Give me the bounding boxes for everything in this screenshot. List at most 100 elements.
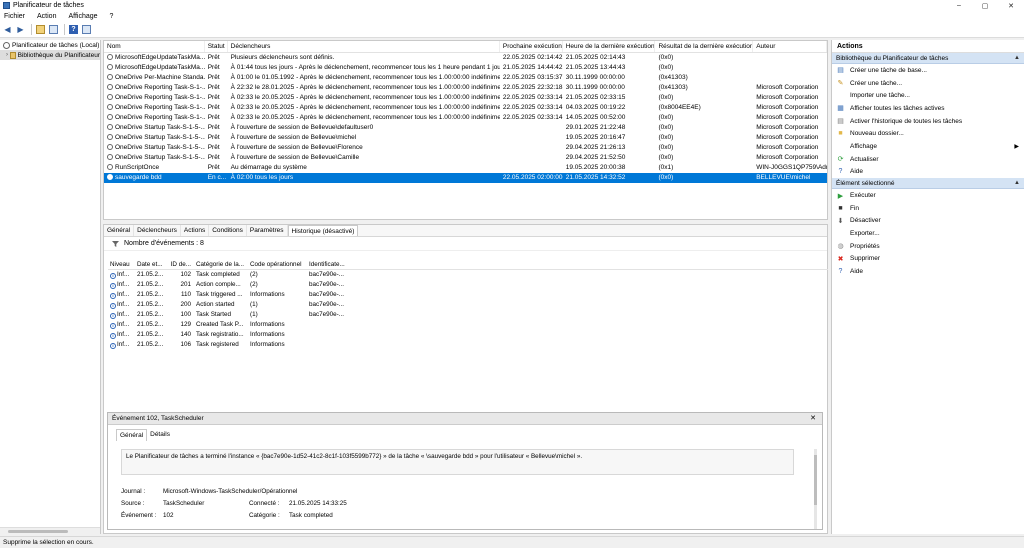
column-header-category[interactable]: Catégorie de la... bbox=[194, 259, 248, 269]
action-item[interactable]: ⟳ Actualiser bbox=[832, 153, 1024, 166]
column-header-correlation-id[interactable]: Identificate... bbox=[307, 259, 350, 269]
close-icon[interactable]: ✕ bbox=[810, 414, 816, 422]
collapse-up-icon[interactable]: ▲ bbox=[1014, 53, 1020, 63]
task-cell-text: 04.03.2025 00:19:22 bbox=[565, 104, 626, 111]
history-row[interactable]: i Inf... 21.05.2... 110 Task triggered ... In… bbox=[108, 290, 828, 300]
history-row[interactable]: i Inf... 21.05.2... 106 Task registered Infor… bbox=[108, 340, 828, 350]
task-cell: À 02:33 le 20.05.2025 - Après le déclenc… bbox=[228, 113, 500, 123]
column-header-status[interactable]: Statut bbox=[205, 41, 228, 52]
back-arrow-icon[interactable]: ◀ bbox=[2, 24, 13, 35]
show-hide-actions-icon[interactable] bbox=[81, 24, 92, 35]
task-cell-text: (0x0) bbox=[658, 144, 674, 151]
tab-actions[interactable]: Actions bbox=[181, 225, 210, 236]
tab-triggers[interactable]: Déclencheurs bbox=[134, 225, 181, 236]
history-row[interactable]: i Inf... 21.05.2... 140 Task registratio... I… bbox=[108, 330, 828, 340]
tree-horizontal-scrollbar[interactable] bbox=[0, 527, 100, 534]
event-scrollbar[interactable] bbox=[814, 449, 817, 529]
history-row[interactable]: i Inf... 21.05.2... 200 Action started (1) bac… bbox=[108, 300, 828, 310]
show-hide-tree-icon[interactable] bbox=[48, 24, 59, 35]
menu-help[interactable]: ? bbox=[108, 13, 116, 20]
column-header-author[interactable]: Auteur bbox=[753, 41, 827, 52]
task-cell-text: OneDrive Reporting Task-S-1-... bbox=[115, 94, 205, 101]
column-header-next-run[interactable]: Prochaine exécution bbox=[500, 41, 563, 52]
minimize-button[interactable]: – bbox=[946, 0, 972, 11]
maximize-button[interactable]: ▢ bbox=[972, 0, 998, 11]
blank-icon bbox=[837, 143, 844, 150]
tree-item-root[interactable]: Planificateur de tâches (Local) bbox=[0, 40, 100, 50]
action-item[interactable]: ■ Nouveau dossier... bbox=[832, 127, 1024, 140]
action-item[interactable]: ■ Fin bbox=[832, 202, 1024, 215]
menu-action[interactable]: Action bbox=[35, 13, 58, 20]
history-cell: i Inf... bbox=[108, 280, 135, 290]
tab-conditions[interactable]: Conditions bbox=[209, 225, 247, 236]
tab-history[interactable]: Historique (désactivé) bbox=[287, 225, 359, 236]
task-cell: WIN-J0GGS1QP759\Admi... bbox=[753, 163, 827, 173]
tab-event-general[interactable]: Général bbox=[116, 429, 148, 441]
menu-fichier[interactable]: Fichier bbox=[2, 13, 27, 20]
history-row[interactable]: i Inf... 21.05.2... 102 Task completed (2) bac… bbox=[108, 270, 828, 280]
actions-section-selected[interactable]: Élément sélectionné ▲ bbox=[832, 178, 1024, 190]
column-header-triggers[interactable]: Déclencheurs bbox=[228, 41, 500, 52]
history-row[interactable]: i Inf... 21.05.2... 129 Created Task P... Inf… bbox=[108, 320, 828, 330]
task-row[interactable]: MicrosoftEdgeUpdateTaskMa... Prêt À 01:44 … bbox=[104, 63, 827, 73]
task-row[interactable]: OneDrive Startup Task-S-1-5-... Prêt À l'o… bbox=[104, 143, 827, 153]
history-row[interactable]: i Inf... 21.05.2... 100 Task Started (1) bac7e… bbox=[108, 310, 828, 320]
help-icon[interactable]: ? bbox=[68, 24, 79, 35]
column-header-level[interactable]: Niveau bbox=[108, 259, 135, 269]
history-cell: 200 bbox=[168, 300, 194, 310]
task-row[interactable]: OneDrive Reporting Task-S-1-... Prêt À 02:… bbox=[104, 113, 827, 123]
task-row[interactable]: RunScriptOnce Prêt Au démarrage du système… bbox=[104, 163, 827, 173]
filter-icon[interactable] bbox=[112, 240, 119, 247]
actions-section-library[interactable]: Bibliothèque du Planificateur de tâches … bbox=[832, 53, 1024, 64]
action-item[interactable]: ▤ Activer l'historique de toutes les tâch… bbox=[832, 115, 1024, 128]
action-item[interactable]: ✖ Supprimer bbox=[832, 253, 1024, 266]
task-cell-text: (0x0) bbox=[658, 154, 674, 161]
action-item[interactable]: ◍ Propriétés bbox=[832, 240, 1024, 253]
task-row[interactable]: OneDrive Reporting Task-S-1-... Prêt À 02:… bbox=[104, 103, 827, 113]
close-button[interactable]: ✕ bbox=[998, 0, 1024, 11]
action-item[interactable]: Importer une tâche... bbox=[832, 89, 1024, 102]
task-row[interactable]: OneDrive Reporting Task-S-1-... Prêt À 02:… bbox=[104, 93, 827, 103]
action-item[interactable]: ✎ Créer une tâche... bbox=[832, 77, 1024, 90]
task-clock-icon bbox=[107, 114, 113, 120]
forward-arrow-icon[interactable]: ▶ bbox=[15, 24, 26, 35]
action-item[interactable]: ▶ Exécuter bbox=[832, 189, 1024, 202]
column-header-last-result[interactable]: Résultat de la dernière exécution bbox=[655, 41, 754, 52]
task-cell: 19.05.2025 20:16:47 bbox=[563, 133, 656, 143]
task-row[interactable]: OneDrive Startup Task-S-1-5-... Prêt À l'o… bbox=[104, 153, 827, 163]
task-row[interactable]: sauvegarde bdd En c... À 02:00 tous les jo… bbox=[104, 173, 827, 183]
tab-event-details[interactable]: Détails bbox=[147, 429, 173, 441]
task-cell-text: Microsoft Corporation bbox=[756, 84, 819, 91]
action-item[interactable]: ? Aide bbox=[832, 166, 1024, 179]
column-header-opcode[interactable]: Code opérationnel bbox=[248, 259, 307, 269]
task-cell: Prêt bbox=[205, 103, 228, 113]
up-folder-icon[interactable] bbox=[35, 24, 46, 35]
history-cell-text: bac7e90e-... bbox=[309, 271, 345, 278]
task-cell-text: À l'ouverture de session de Bellevue\Cam… bbox=[230, 154, 360, 161]
column-header-name[interactable]: Nom bbox=[104, 41, 205, 52]
column-header-last-run[interactable]: Heure de la dernière exécution bbox=[563, 41, 656, 52]
menu-affichage[interactable]: Affichage bbox=[66, 13, 99, 20]
task-cell: OneDrive Per-Machine Standa... bbox=[104, 73, 205, 83]
tree-item-library[interactable]: › Bibliothèque du Planificateur bbox=[0, 50, 100, 60]
action-item[interactable]: ⬇ Désactiver bbox=[832, 215, 1024, 228]
task-row[interactable]: OneDrive Per-Machine Standa... Prêt À 01:0… bbox=[104, 73, 827, 83]
task-row[interactable]: MicrosoftEdgeUpdateTaskMa... Prêt Plusieur… bbox=[104, 53, 827, 63]
collapse-up-icon[interactable]: ▲ bbox=[1014, 178, 1020, 188]
action-item[interactable]: ▦ Afficher toutes les tâches actives bbox=[832, 102, 1024, 115]
action-item[interactable]: ? Aide bbox=[832, 265, 1024, 278]
tab-settings[interactable]: Paramètres bbox=[247, 225, 288, 236]
column-header-event-id[interactable]: ID de... bbox=[168, 259, 194, 269]
column-header-date[interactable]: Date et... bbox=[135, 259, 168, 269]
tab-general[interactable]: Général bbox=[104, 225, 135, 236]
task-cell: Microsoft Corporation bbox=[753, 133, 827, 143]
task-row[interactable]: OneDrive Reporting Task-S-1-... Prêt À 22:… bbox=[104, 83, 827, 93]
task-cell-text: OneDrive Reporting Task-S-1-... bbox=[115, 84, 205, 91]
task-row[interactable]: OneDrive Startup Task-S-1-5-... Prêt À l'o… bbox=[104, 133, 827, 143]
task-row[interactable]: OneDrive Startup Task-S-1-5-... Prêt À l'o… bbox=[104, 123, 827, 133]
action-item[interactable]: ▤ Créer une tâche de base... bbox=[832, 64, 1024, 77]
history-row[interactable]: i Inf... 21.05.2... 201 Action comple... (2) b… bbox=[108, 280, 828, 290]
action-item[interactable]: Affichage ▶ bbox=[832, 140, 1024, 153]
action-item[interactable]: Exporter... bbox=[832, 227, 1024, 240]
history-icon: ▤ bbox=[837, 118, 844, 126]
